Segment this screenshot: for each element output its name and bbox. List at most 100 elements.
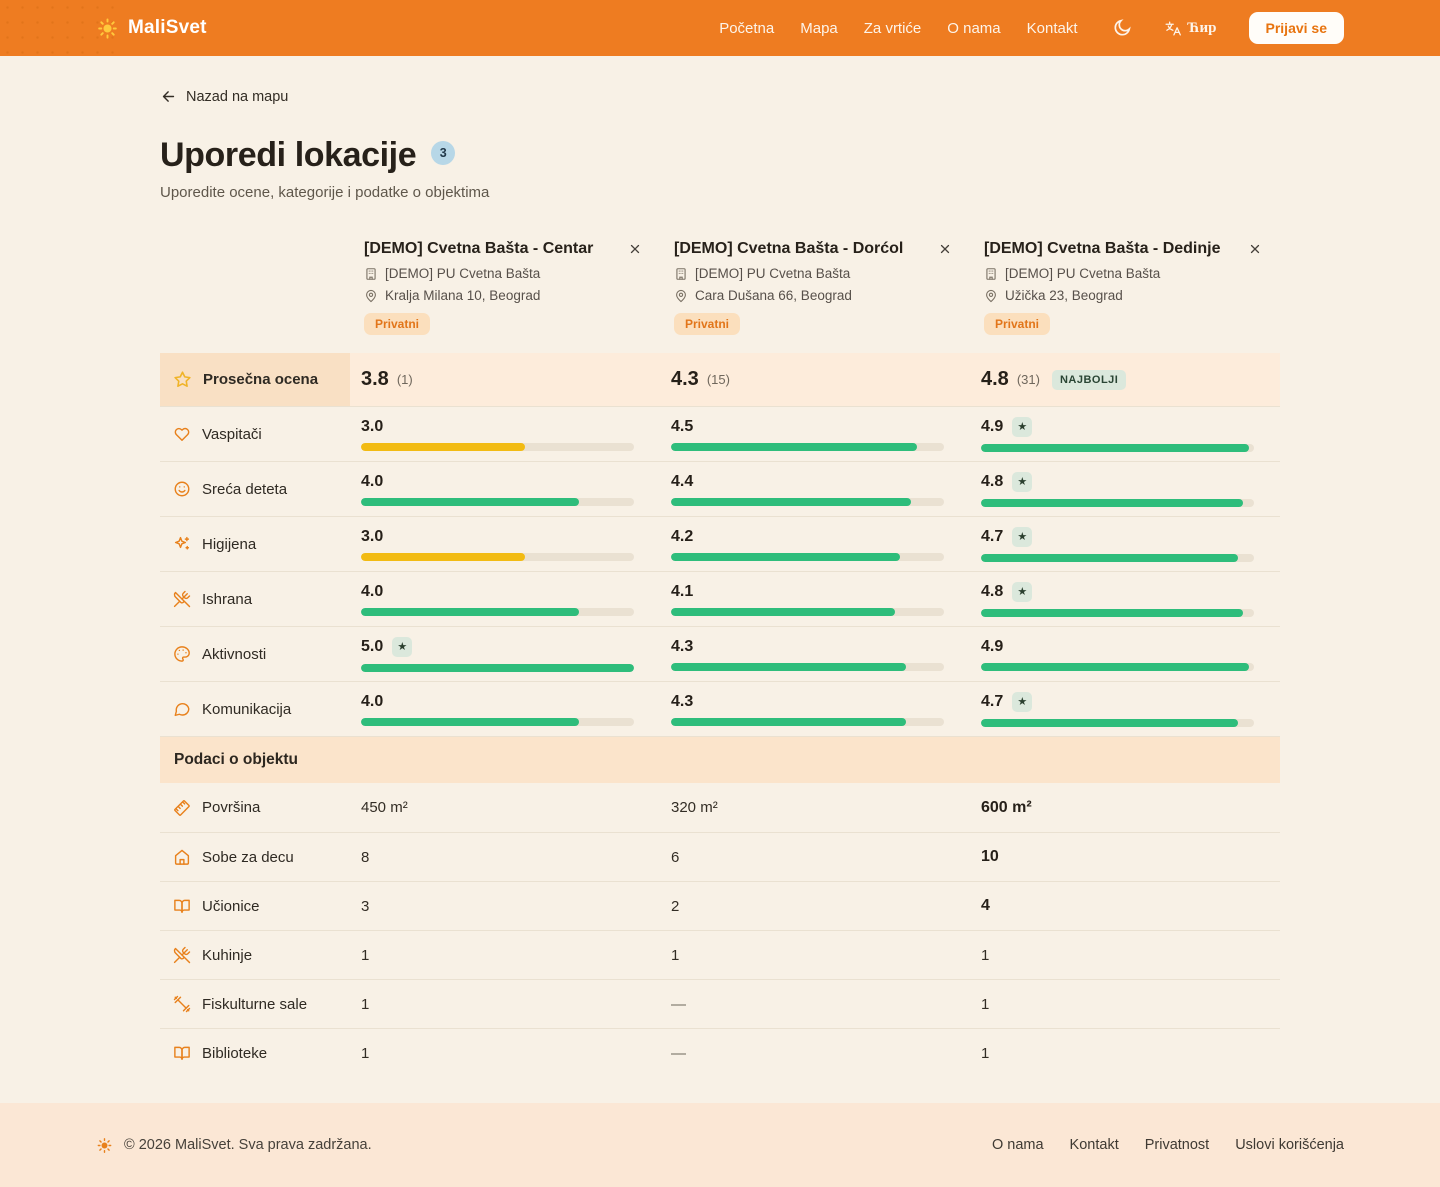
rating-cell: 4.3★: [660, 693, 970, 726]
dark-mode-toggle[interactable]: [1112, 18, 1132, 38]
rating-cell: 4.3★: [660, 638, 970, 671]
nav-pocetna[interactable]: Početna: [719, 20, 774, 37]
utensils-icon: [173, 590, 191, 608]
location-address: Užička 23, Beograd: [1005, 288, 1123, 303]
rating-cell: 4.0★: [350, 583, 660, 616]
row-label-cell: Higijena: [160, 535, 350, 553]
footer-link-privatnost[interactable]: Privatnost: [1145, 1137, 1209, 1153]
rating-cell: 4.1★: [660, 583, 970, 616]
facility-value: 1: [970, 996, 1280, 1013]
remove-location-button[interactable]: [936, 240, 954, 258]
rating-cell: 3.0★: [350, 528, 660, 561]
row-label: Sobe za decu: [202, 849, 294, 866]
score-value: 4.8: [981, 473, 1003, 491]
row-label: Aktivnosti: [202, 646, 266, 663]
rating-bar: [671, 443, 944, 451]
facility-row-povrsina: Površina 450 m² 320 m² 600 m²: [160, 783, 1280, 832]
star-icon: [173, 370, 192, 389]
location-org: [DEMO] PU Cvetna Bašta: [1005, 266, 1160, 281]
score-value: 3.0: [361, 528, 383, 546]
rating-cell: 4.9 ★: [970, 417, 1280, 452]
best-star-chip: ★: [1012, 417, 1032, 437]
review-count: (31): [1017, 372, 1040, 387]
compare-count-badge: 3: [431, 141, 455, 165]
score-value: 3.0: [361, 418, 383, 436]
rating-cell: 4.5★: [660, 418, 970, 451]
best-star-chip: ★: [1012, 692, 1032, 712]
remove-location-button[interactable]: [626, 240, 644, 258]
rating-bar: [671, 498, 944, 506]
score-value: 5.0: [361, 638, 383, 656]
row-label-cell: Fiskulturne sale: [160, 995, 350, 1013]
score-value: 4.3: [671, 638, 693, 656]
brand-logo[interactable]: MaliSvet: [96, 17, 207, 40]
average-rating-row: Prosečna ocena 3.8 (1) 4.3 (15) 4.8 (31)…: [160, 353, 1280, 406]
nav-o-nama[interactable]: O nama: [947, 20, 1000, 37]
rating-row-higijena: Higijena 3.0★ 4.2★ 4.7★: [160, 516, 1280, 571]
facility-value: 3: [350, 898, 660, 915]
score-value: 4.0: [361, 473, 383, 491]
average-value-cell: 3.8 (1): [350, 353, 660, 406]
footer-link-uslovi[interactable]: Uslovi korišćenja: [1235, 1137, 1344, 1153]
arrow-left-icon: [160, 88, 177, 105]
facility-value: 1: [970, 947, 1280, 964]
facility-value: 450 m²: [350, 799, 660, 816]
average-value-cell: 4.3 (15): [660, 353, 970, 406]
score-value: 4.7: [981, 528, 1003, 546]
footer-link-kontakt[interactable]: Kontakt: [1070, 1137, 1119, 1153]
score-value: 4.9: [981, 418, 1003, 436]
facility-value: 2: [660, 898, 970, 915]
facility-value: —: [660, 996, 970, 1013]
translate-icon: [1164, 20, 1181, 37]
location-name: [DEMO] Cvetna Bašta - Dorćol: [674, 239, 940, 259]
nav-za-vrtice[interactable]: Za vrtiće: [864, 20, 922, 37]
rating-bar: [671, 663, 944, 671]
type-badge: Privatni: [984, 313, 1050, 335]
row-label: Učionice: [202, 898, 260, 915]
row-label-cell: Učionice: [160, 897, 350, 915]
footer-link-o-nama[interactable]: O nama: [992, 1137, 1044, 1153]
rating-bar: [361, 664, 634, 672]
review-count: (1): [397, 372, 413, 387]
row-label-cell: Vaspitači: [160, 425, 350, 443]
open-book-icon: [173, 1044, 191, 1062]
best-badge: NAJBOLJI: [1052, 370, 1126, 390]
facility-section-header: Podaci o objektu: [160, 736, 1280, 783]
rating-cell: 4.8★: [970, 472, 1280, 507]
map-pin-icon: [674, 289, 688, 303]
facility-value: 10: [970, 848, 1280, 866]
location-card-dorcol: [DEMO] Cvetna Bašta - Dorćol [DEMO] PU C…: [660, 239, 970, 335]
row-label: Fiskulturne sale: [202, 996, 307, 1013]
back-to-map-link[interactable]: Nazad na mapu: [160, 88, 288, 105]
nav-mapa[interactable]: Mapa: [800, 20, 838, 37]
score-value: 4.5: [671, 418, 693, 436]
facility-value: 1: [660, 947, 970, 964]
row-label: Biblioteke: [202, 1045, 267, 1062]
remove-location-button[interactable]: [1246, 240, 1264, 258]
rating-cell: 4.7★: [970, 692, 1280, 727]
average-score: 4.3: [671, 368, 699, 391]
score-value: 4.8: [981, 583, 1003, 601]
location-address: Kralja Milana 10, Beograd: [385, 288, 540, 303]
score-value: 4.1: [671, 583, 693, 601]
page-subtitle: Uporedite ocene, kategorije i podatke o …: [160, 184, 1280, 201]
page-title: Uporedi lokacije: [160, 136, 416, 175]
copyright-text: © 2026 MaliSvet. Sva prava zadržana.: [124, 1137, 372, 1153]
rating-cell: 4.0★: [350, 693, 660, 726]
language-toggle[interactable]: Ћир: [1164, 20, 1217, 37]
score-value: 4.3: [671, 693, 693, 711]
map-pin-icon: [364, 289, 378, 303]
rating-cell: 4.7★: [970, 527, 1280, 562]
facility-value: 1: [970, 1045, 1280, 1062]
nav-kontakt[interactable]: Kontakt: [1027, 20, 1078, 37]
score-value: 4.0: [361, 693, 383, 711]
facility-value: —: [660, 1045, 970, 1062]
rating-row-aktivnosti: Aktivnosti 5.0★ 4.3★ 4.9★: [160, 626, 1280, 681]
row-label-cell: Aktivnosti: [160, 645, 350, 663]
rating-bar: [361, 718, 634, 726]
average-score: 3.8: [361, 368, 389, 391]
dumbbell-icon: [173, 995, 191, 1013]
signin-button[interactable]: Prijavi se: [1249, 12, 1345, 44]
facility-value: 600 m²: [970, 799, 1280, 817]
rating-cell: 4.2★: [660, 528, 970, 561]
